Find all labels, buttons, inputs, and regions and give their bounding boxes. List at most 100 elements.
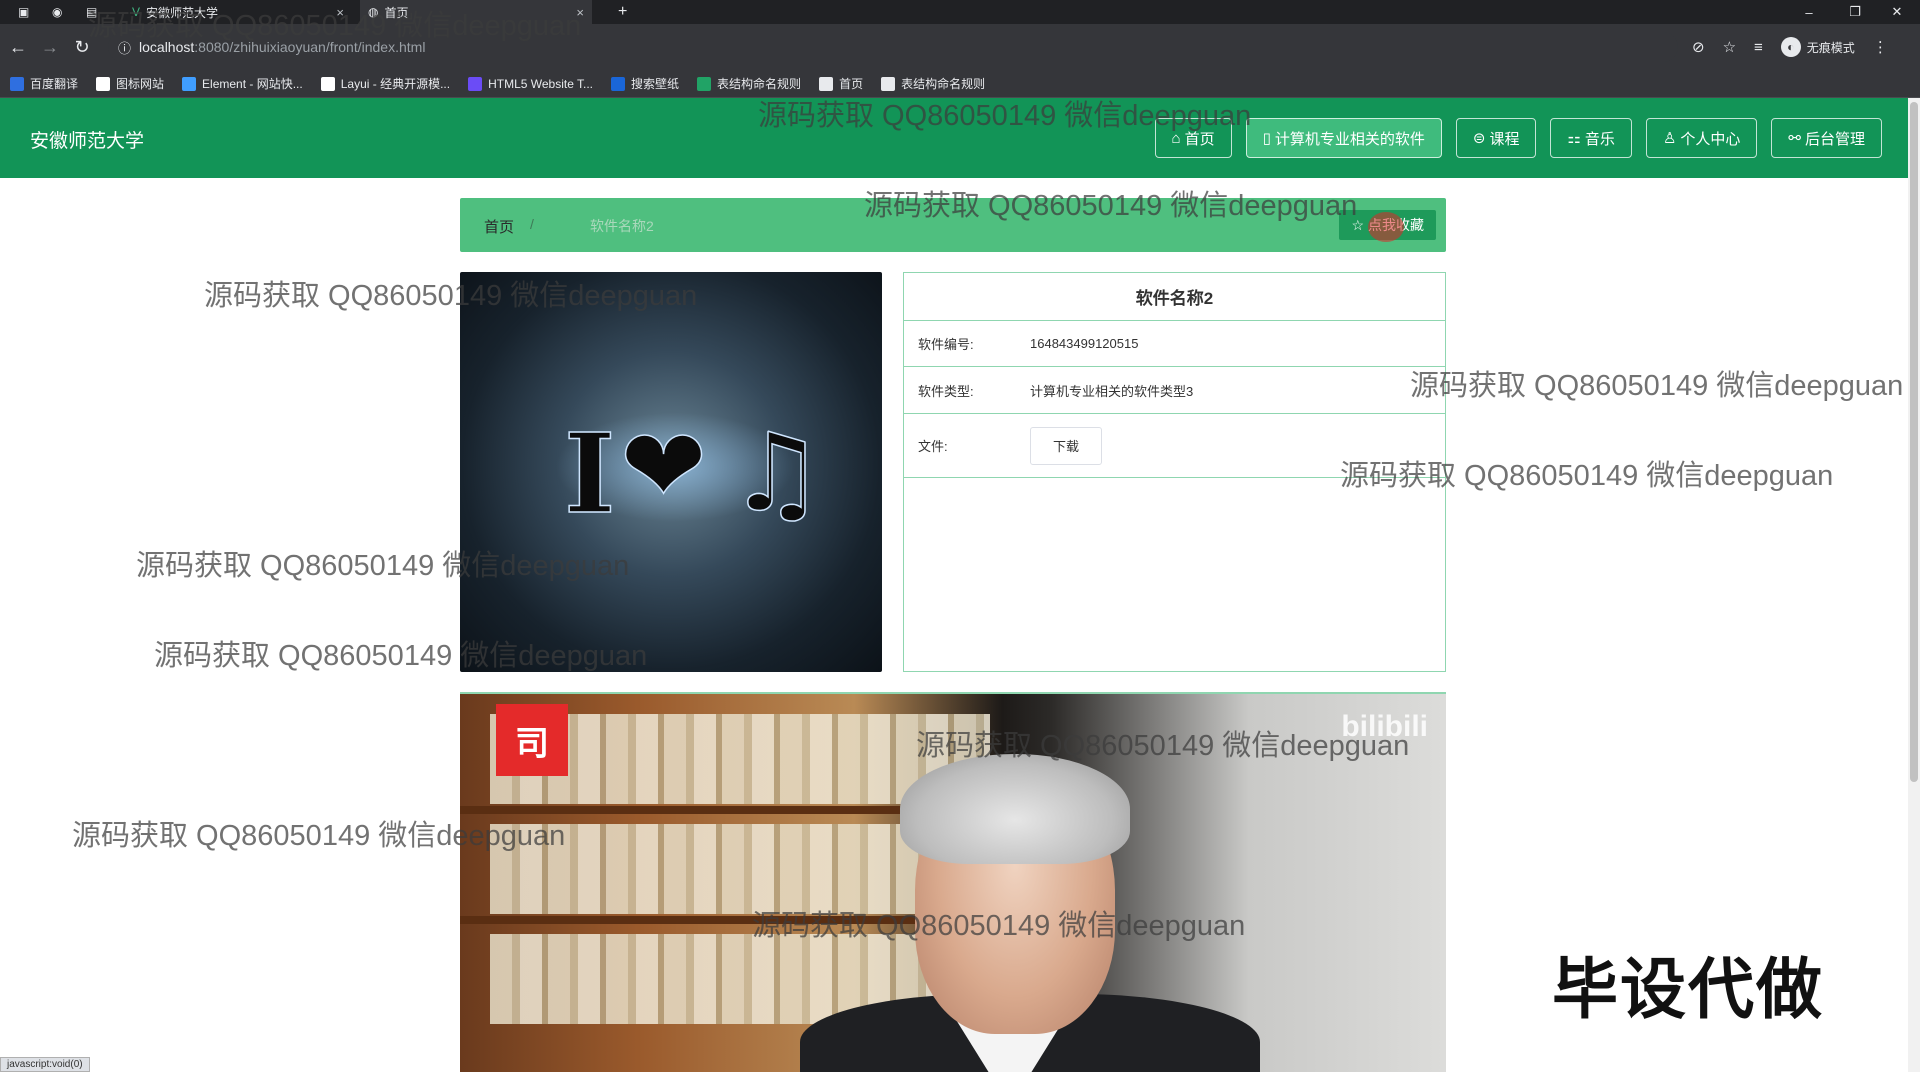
bookmark-item[interactable]: 表结构命名规则	[881, 75, 985, 92]
arrow-left-icon: ←	[9, 36, 27, 57]
channel-logo: 司	[496, 704, 568, 776]
tab-label: 安徽师范大学	[146, 5, 219, 20]
status-bar: javascript:void(0)	[0, 1057, 90, 1072]
reload-button[interactable]: ↻	[66, 24, 98, 70]
bookmark-icon	[182, 76, 197, 91]
course-icon: ⊜	[1472, 130, 1486, 147]
bookmarks-bar: 百度翻译 图标网站 Element - 网站快... Layui - 经典开源模...…	[0, 70, 1920, 98]
nav-item[interactable]: ⚯ 后台管理	[1771, 118, 1882, 158]
nav-label: 首页	[1184, 130, 1215, 148]
bookmark-label: Layui - 经典开源模...	[340, 77, 451, 91]
cover-letter-i: I	[564, 409, 615, 538]
bookmark-item[interactable]: 图标网站	[96, 75, 164, 92]
bookmark-label: 首页	[839, 77, 864, 91]
bookmark-icon	[819, 76, 834, 91]
bookmark-item[interactable]: 首页	[819, 75, 863, 92]
bookmark-icon	[320, 76, 335, 91]
bookmark-item[interactable]: Element - 网站快...	[182, 75, 303, 92]
menu-icon[interactable]: ⋮	[1873, 38, 1888, 56]
detail-row: 软件编号: 164843499120515	[904, 320, 1445, 367]
breadcrumb-home[interactable]: 首页	[484, 216, 514, 237]
browser-addressbar: ← → ↻ ⓘ localhost:8080/zhihuixiaoyuan/fr…	[0, 24, 1920, 70]
link-icon: ⚯	[1788, 130, 1801, 147]
forward-button[interactable]: →	[34, 24, 66, 70]
download-button[interactable]: 下载	[1030, 426, 1103, 465]
heart-icon: ❤	[620, 405, 707, 527]
video-player[interactable]: 司 bilibili	[460, 692, 1446, 1072]
close-icon[interactable]: ×	[336, 5, 344, 20]
nav-item[interactable]: ⌂ 首页	[1154, 118, 1232, 158]
bookmark-label: 图标网站	[116, 77, 165, 91]
plus-icon: +	[618, 3, 628, 20]
profile-label: 无痕模式	[1806, 40, 1855, 55]
restore-button[interactable]: ❐	[1832, 0, 1878, 24]
site-brand[interactable]: 安徽师范大学	[30, 126, 144, 153]
software-detail-table: 软件名称2 软件编号: 164843499120515 软件类型: 计算机专业相…	[903, 272, 1446, 672]
tab-home[interactable]: ◍ 首页 ×	[360, 0, 592, 24]
watermark: 源码获取 QQ86050149 微信deepguan	[1410, 370, 1904, 402]
tab-label: 首页	[384, 5, 409, 20]
scrollbar-thumb[interactable]	[1910, 102, 1918, 782]
bookmark-label: 百度翻译	[30, 77, 79, 91]
eye-off-icon[interactable]: ⊘	[1692, 38, 1705, 56]
bookmark-label: 表结构命名规则	[901, 77, 986, 91]
bookmark-label: HTML5 Website T...	[488, 76, 594, 91]
bookmark-icon	[611, 76, 626, 91]
page-icon: ▤	[86, 5, 98, 19]
bookmark-item[interactable]: Layui - 经典开源模...	[320, 75, 451, 92]
page-scrollbar[interactable]	[1908, 98, 1920, 1072]
nav-item[interactable]: ▯ 计算机专业相关的软件	[1245, 118, 1442, 158]
screen: ▣ ◉ ▤ V 安徽师范大学 × ◍ 首页 × + – ❐ ✕ ← → ↻ ⓘ …	[0, 0, 1920, 1072]
new-tab-button[interactable]: +	[610, 0, 636, 24]
bookmark-item[interactable]: 百度翻译	[10, 75, 78, 92]
bilibili-logo: bilibili	[1341, 710, 1428, 743]
tab-search-icon[interactable]: ▣	[10, 0, 36, 24]
close-window-button[interactable]: ✕	[1874, 0, 1920, 24]
globe-icon: ◉	[52, 5, 63, 19]
url-path: :8080/zhihuixiaoyuan/front/index.html	[194, 39, 426, 55]
tab-anhui[interactable]: V 安徽师范大学 ×	[124, 0, 352, 24]
bookmark-label: Element - 网站快...	[202, 77, 303, 91]
info-icon: ⓘ	[118, 40, 132, 56]
vue-logo-icon: V	[132, 5, 141, 19]
minimize-button[interactable]: –	[1786, 0, 1832, 24]
breadcrumb-separator: /	[530, 216, 534, 232]
tab-globe[interactable]: ◉	[44, 0, 70, 24]
url-input[interactable]: ⓘ localhost:8080/zhihuixiaoyuan/front/in…	[108, 32, 1678, 62]
nav-item[interactable]: ⊜ 课程	[1455, 118, 1537, 158]
bookmark-item[interactable]: 搜索壁纸	[611, 75, 679, 92]
nav-label: 课程	[1489, 130, 1520, 148]
star-icon[interactable]: ☆	[1723, 38, 1736, 56]
close-icon[interactable]: ×	[576, 5, 584, 20]
star-icon: ☆	[1351, 216, 1364, 233]
bookmark-label: 搜索壁纸	[631, 77, 680, 91]
speaker-hair	[900, 754, 1130, 864]
url-host: localhost	[139, 39, 195, 55]
nav-item[interactable]: ⚏ 音乐	[1550, 118, 1632, 158]
bookmark-item[interactable]: 表结构命名规则	[697, 75, 801, 92]
nav-label: 个人中心	[1680, 130, 1741, 148]
music-note-icon: ♫	[728, 411, 825, 536]
nav-label: 音乐	[1584, 130, 1615, 148]
detail-value: 计算机专业相关的软件类型3	[1030, 383, 1194, 399]
browser-tabbar: ▣ ◉ ▤ V 安徽师范大学 × ◍ 首页 × + – ❐ ✕	[0, 0, 1920, 24]
arrow-right-icon: →	[41, 36, 59, 57]
bookmark-icon	[881, 76, 896, 91]
detail-row: 软件类型: 计算机专业相关的软件类型3	[904, 367, 1445, 414]
restore-icon: ❐	[1849, 4, 1861, 19]
bookmark-item[interactable]: HTML5 Website T...	[468, 76, 594, 91]
detail-row-file: 文件: 下载	[904, 414, 1445, 478]
incognito-profile[interactable]: ◐ 无痕模式	[1780, 37, 1855, 57]
breadcrumb-current: 软件名称2	[590, 218, 654, 234]
nav-item[interactable]: ♙ 个人中心	[1645, 118, 1758, 158]
bookmark-icon	[468, 76, 483, 91]
breadcrumb: 首页 / 软件名称2 ☆ 点我收藏	[460, 198, 1446, 252]
back-button[interactable]: ←	[2, 24, 34, 70]
software-title: 软件名称2	[1135, 288, 1214, 308]
favorite-button[interactable]: ☆ 点我收藏	[1339, 210, 1436, 240]
home-icon: ⌂	[1171, 129, 1181, 147]
tab-page[interactable]: ▤	[78, 0, 104, 24]
detail-value: 164843499120515	[1030, 336, 1139, 351]
bookmark-icon	[10, 76, 24, 91]
reading-list-icon[interactable]: ≡	[1754, 39, 1763, 56]
